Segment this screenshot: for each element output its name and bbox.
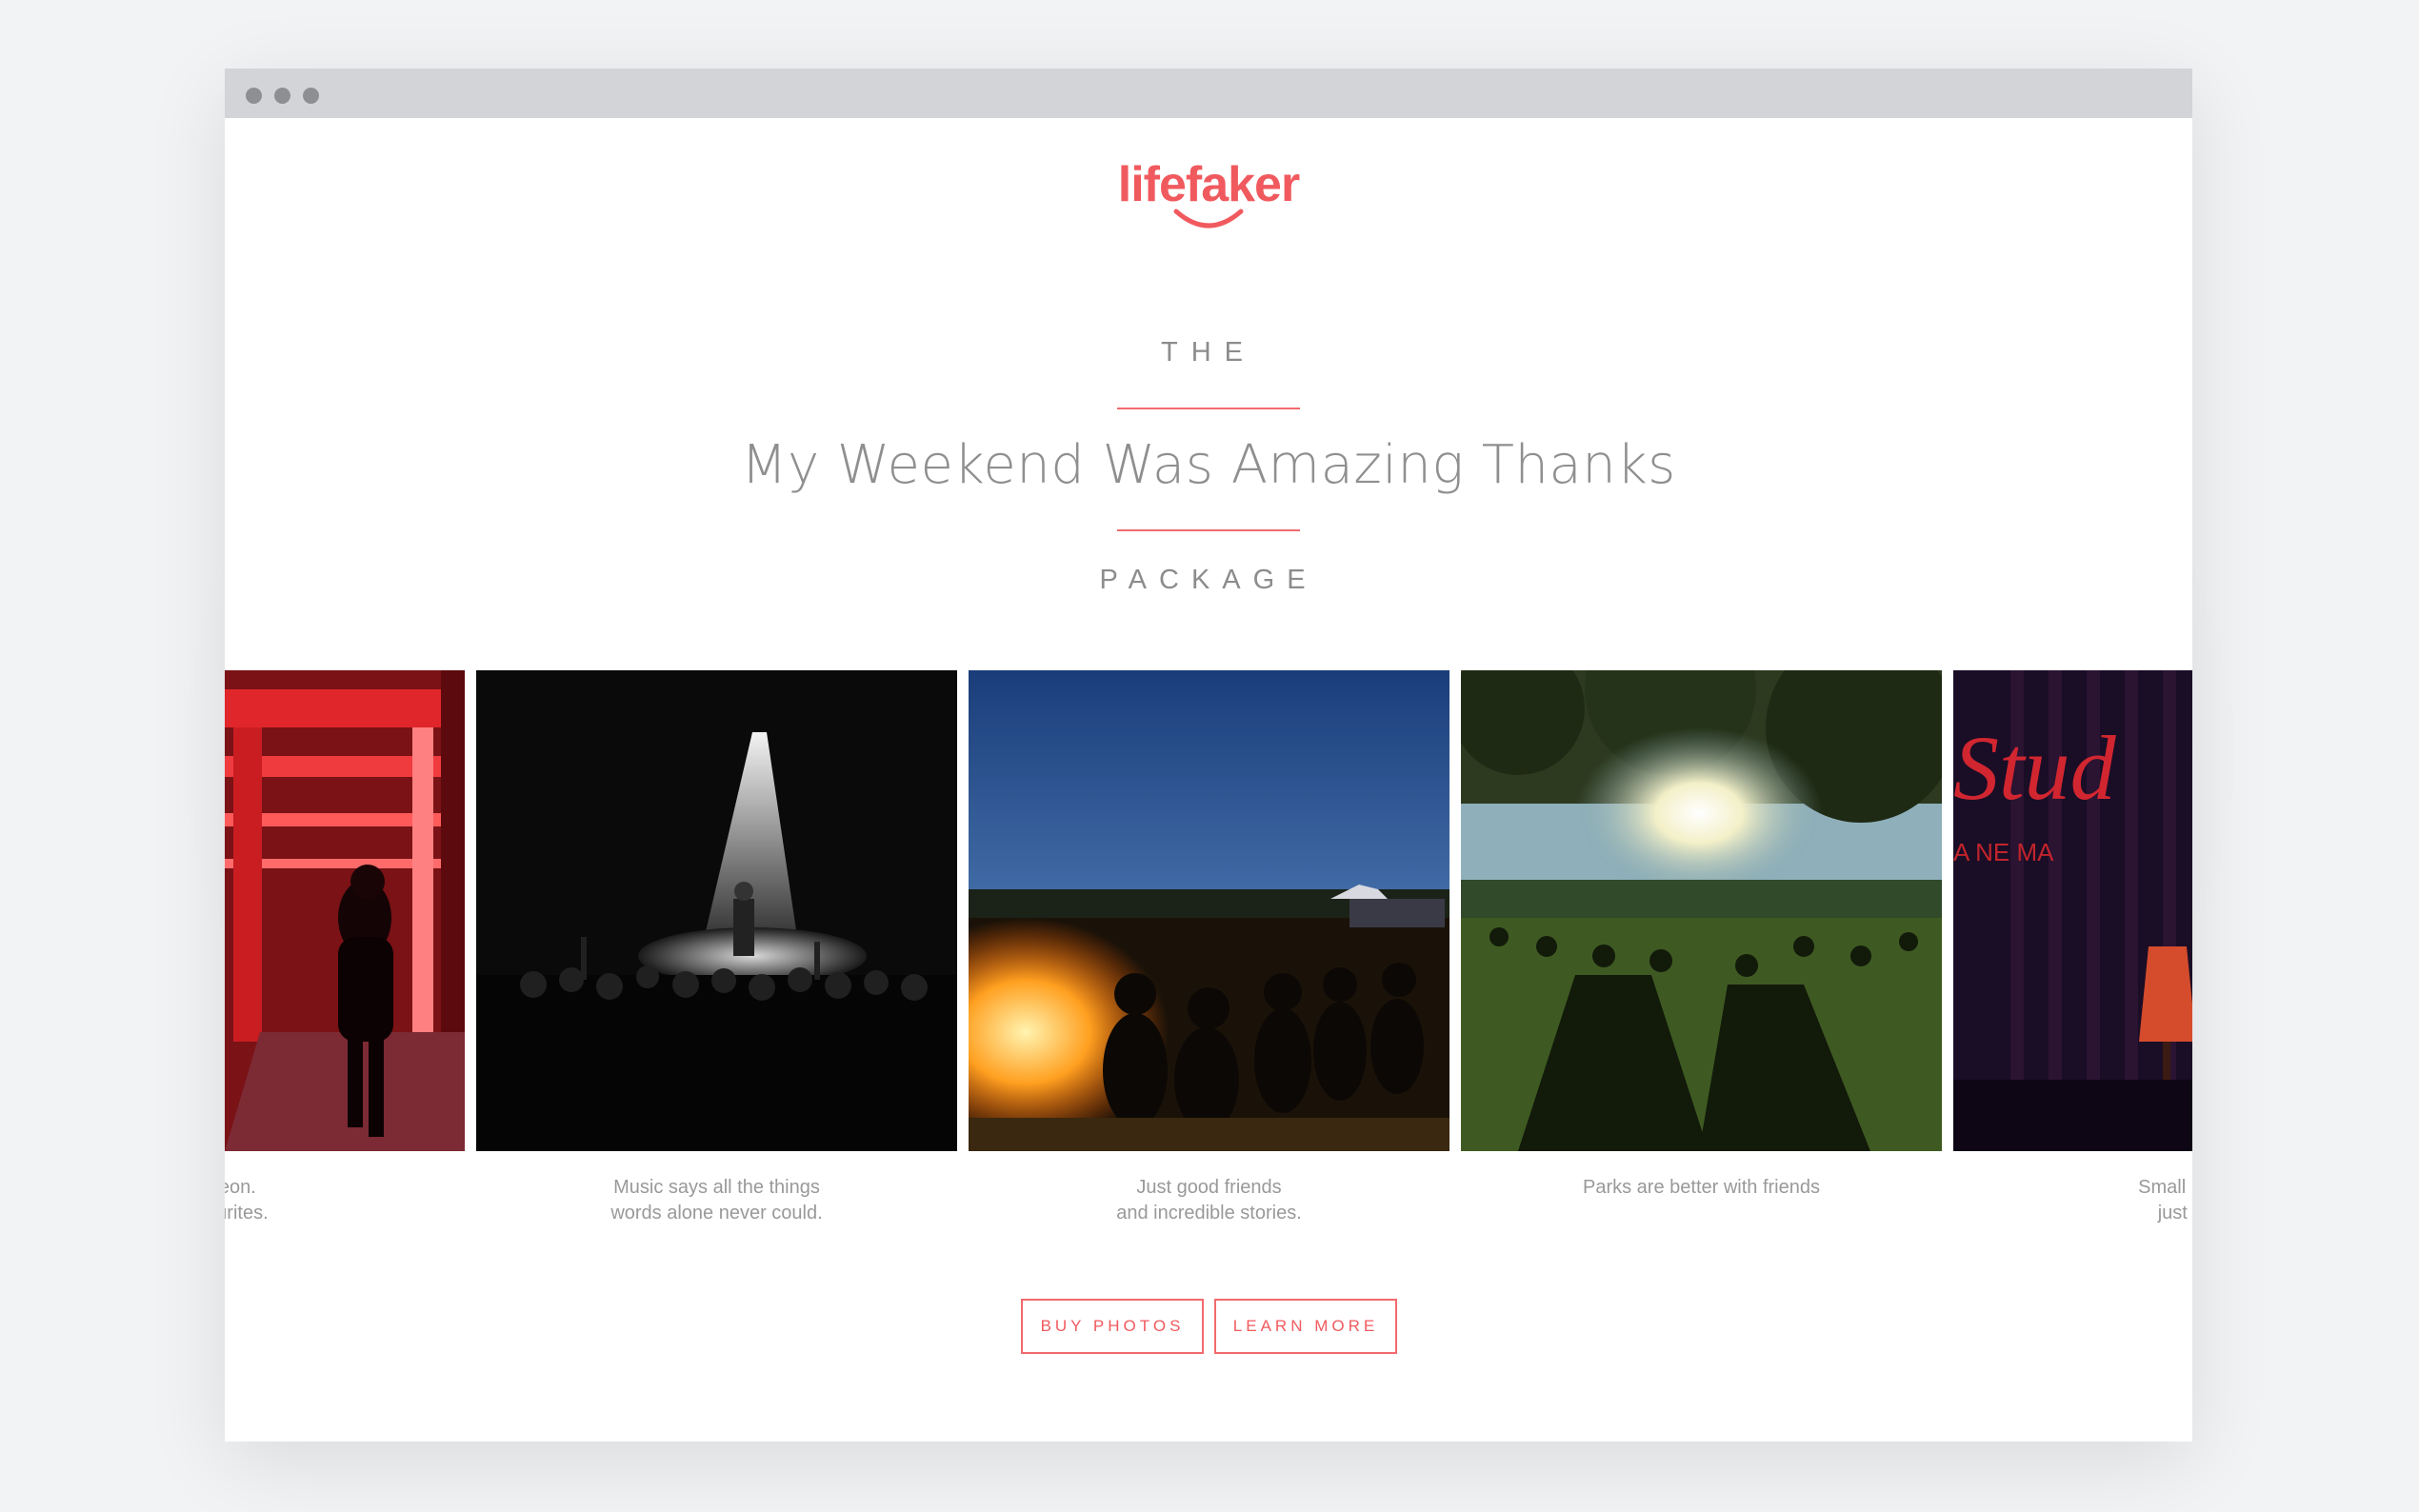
- divider: [1117, 408, 1300, 409]
- caption-line: Just good friends: [1136, 1177, 1282, 1198]
- browser-window: lifefaker THE My Weekend Was Amazing Tha…: [225, 69, 2192, 1442]
- caption-line: Parks are better with friends: [1583, 1177, 1820, 1198]
- gallery-caption: Just good friends and incredible stories…: [969, 1175, 1449, 1226]
- photo-bonfire[interactable]: [969, 670, 1449, 1151]
- photo-concert[interactable]: [476, 670, 957, 1151]
- caption-line: Music says all the things: [613, 1177, 820, 1198]
- caption-line: just frien: [2157, 1203, 2192, 1224]
- caption-line: words alone never could.: [610, 1203, 823, 1224]
- window-dot-icon[interactable]: [274, 88, 290, 104]
- svg-text:A NE MA: A NE MA: [1953, 838, 2054, 866]
- caption-line: and incredible stories.: [1116, 1203, 1302, 1224]
- gallery-caption: d neon. favourites.: [225, 1175, 465, 1226]
- gallery-caption: Parks are better with friends: [1461, 1175, 1942, 1201]
- caption-line: favourites.: [225, 1203, 269, 1224]
- brand-name: lifefaker: [1117, 157, 1300, 212]
- gallery-caption: Small premie just frien: [1953, 1175, 2192, 1226]
- svg-text:Stud: Stud: [1953, 717, 2117, 819]
- caption-line: d neon.: [225, 1177, 256, 1198]
- divider: [1117, 529, 1300, 531]
- buy-photos-button[interactable]: BUY PHOTOS: [1021, 1299, 1204, 1354]
- hero-posttitle: PACKAGE: [1099, 565, 1318, 595]
- hero-pretitle: THE: [1161, 337, 1256, 368]
- learn-more-button[interactable]: LEARN MORE: [1214, 1299, 1397, 1354]
- gallery-caption: Music says all the things words alone ne…: [476, 1175, 957, 1226]
- window-dot-icon[interactable]: [303, 88, 319, 104]
- window-dot-icon[interactable]: [246, 88, 262, 104]
- photo-park[interactable]: [1461, 670, 1942, 1151]
- photo-neon-corridor[interactable]: [225, 670, 465, 1151]
- photo-cinema[interactable]: Stud A NE MA: [1953, 670, 2192, 1151]
- window-titlebar: [225, 69, 2192, 118]
- brand-logo[interactable]: lifefaker: [225, 156, 2192, 229]
- page-title: My Weekend Was Amazing Thanks: [741, 434, 1676, 496]
- caption-line: Small premie: [2138, 1177, 2192, 1198]
